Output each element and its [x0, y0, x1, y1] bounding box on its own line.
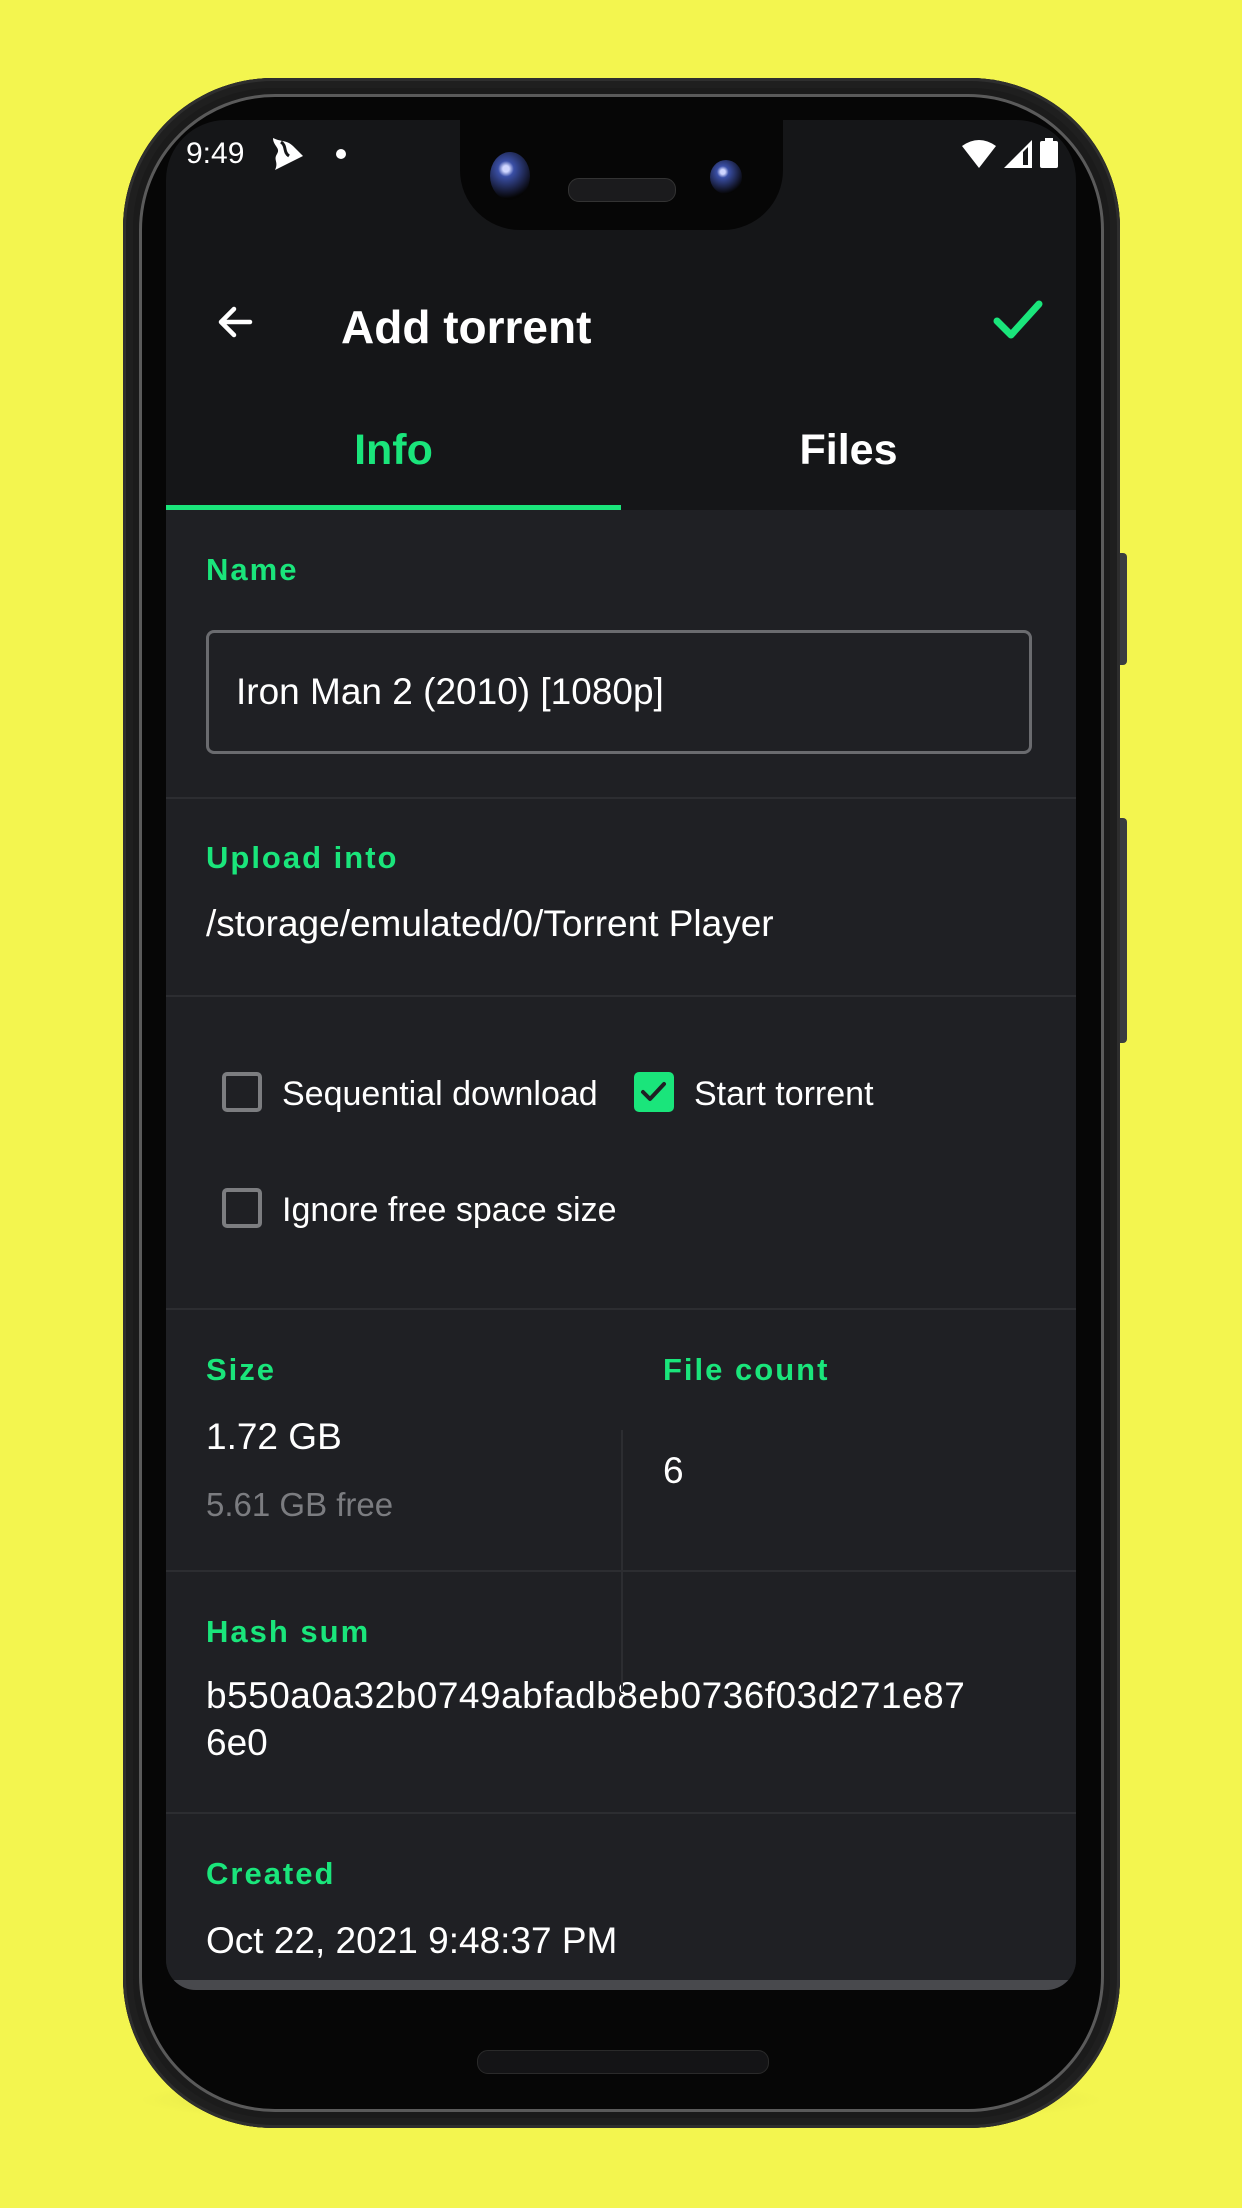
battery-icon	[1040, 138, 1058, 168]
status-time: 9:49	[186, 137, 245, 170]
ignore-free-space-label[interactable]: Ignore free space size	[282, 1191, 617, 1230]
divider	[166, 797, 1076, 799]
file-count-value: 6	[663, 1450, 684, 1491]
upload-into-path[interactable]: /storage/emulated/0/Torrent Player	[206, 903, 774, 945]
start-torrent-checkbox[interactable]	[634, 1072, 674, 1112]
hash-sum-line-2: 6e0	[206, 1722, 268, 1763]
start-torrent-label[interactable]: Start torrent	[694, 1075, 874, 1114]
notification-dot-icon	[336, 149, 346, 159]
sequential-download-checkbox[interactable]	[222, 1072, 262, 1112]
front-sensor-icon	[710, 160, 742, 194]
upload-into-label: Upload into	[206, 840, 399, 875]
file-count-label: File count	[663, 1352, 830, 1387]
sequential-download-label[interactable]: Sequential download	[282, 1075, 598, 1114]
column-divider	[621, 1430, 623, 1692]
status-icons	[962, 138, 1058, 168]
front-camera-icon	[490, 152, 530, 200]
created-value: Oct 22, 2021 9:48:37 PM	[206, 1920, 618, 1961]
screen: 9:49 Add torrent Info Files Name Iron Ma…	[166, 120, 1076, 1990]
tab-files[interactable]: Files	[621, 390, 1076, 510]
volume-button	[1120, 818, 1127, 1043]
bottom-speaker	[477, 2050, 769, 2074]
ignore-free-space-checkbox[interactable]	[222, 1188, 262, 1228]
divider	[166, 1308, 1076, 1310]
earpiece-speaker	[568, 178, 676, 202]
arrow-left-icon[interactable]	[206, 292, 266, 352]
name-label: Name	[206, 552, 299, 587]
notch	[460, 118, 783, 230]
torrent-player-icon	[273, 138, 303, 170]
divider	[166, 1812, 1076, 1814]
power-button	[1120, 553, 1127, 665]
tab-bar: Info Files	[166, 390, 1076, 510]
tab-info[interactable]: Info	[166, 390, 621, 510]
size-value: 1.72 GB	[206, 1416, 342, 1457]
name-input[interactable]: Iron Man 2 (2010) [1080p]	[206, 630, 1032, 754]
scroll-edge	[166, 1980, 1076, 1990]
size-label: Size	[206, 1352, 277, 1387]
divider	[166, 995, 1076, 997]
check-icon[interactable]	[988, 290, 1048, 350]
page-title: Add torrent	[341, 301, 592, 353]
created-label: Created	[206, 1856, 336, 1891]
info-content[interactable]: Name Iron Man 2 (2010) [1080p] Upload in…	[166, 510, 1076, 1980]
toolbar: Add torrent	[166, 280, 1076, 370]
hash-sum-label: Hash sum	[206, 1614, 371, 1649]
free-space-value: 5.61 GB free	[206, 1486, 394, 1523]
cell-signal-icon	[1004, 140, 1032, 168]
checkmark-icon	[641, 1082, 666, 1101]
hash-sum-line-1: b550a0a32b0749abfadb8eb0736f03d271e87	[206, 1675, 966, 1716]
wifi-icon	[962, 140, 996, 168]
